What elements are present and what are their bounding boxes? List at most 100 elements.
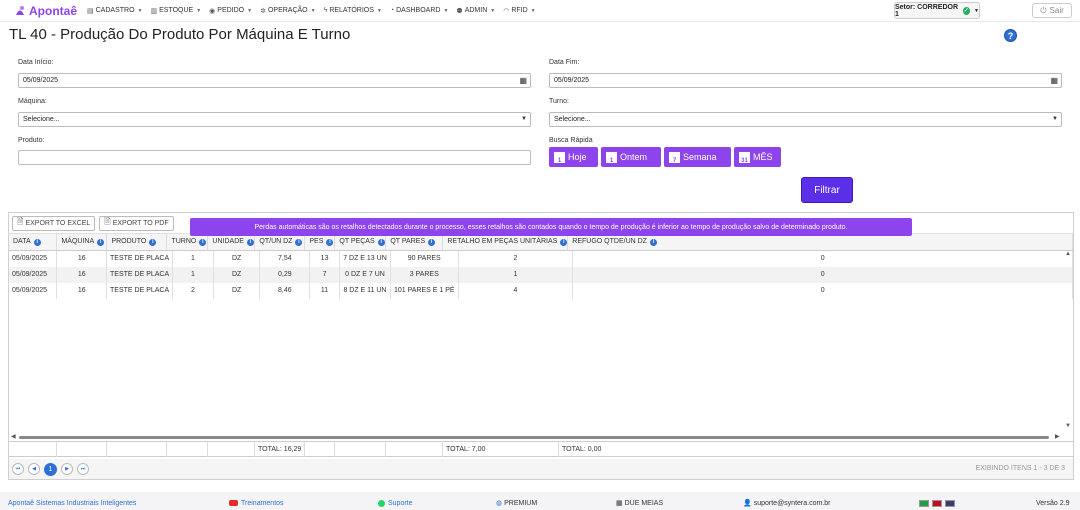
caret-down-icon: ▼	[247, 7, 253, 14]
quick-mes-button[interactable]: 31 MÊS	[734, 147, 781, 167]
total-cell-empty	[107, 441, 167, 457]
flag-brazil-icon[interactable]	[919, 499, 929, 507]
cell-retalho: 2	[458, 250, 574, 267]
quick-hoje-button[interactable]: 1 Hoje	[549, 147, 598, 167]
data-inicio-value: 05/09/2025	[23, 77, 59, 84]
data-grid: 🗎 EXPORT TO EXCEL 🗎 EXPORT TO PDF Perdas a…	[8, 212, 1074, 480]
scroll-left-icon[interactable]: ◀	[11, 433, 16, 440]
flag-usa-icon[interactable]	[945, 499, 955, 507]
calendar-icon: 7	[669, 151, 680, 164]
menu-cadastro[interactable]: ▤ CADASTRO ▼	[87, 7, 142, 15]
export-excel-button[interactable]: 🗎 EXPORT TO EXCEL	[12, 215, 96, 231]
footer-email[interactable]: 👤 suporte@syntera.com.br	[743, 499, 830, 508]
cell-qt-un-dz: 7,54	[259, 250, 311, 267]
page-footer: Apontaê Sistemas Industriais Inteligente…	[0, 496, 1080, 510]
info-icon[interactable]: i	[649, 238, 657, 246]
info-icon[interactable]: i	[33, 238, 41, 246]
youtube-icon	[229, 500, 238, 506]
col-qt-pares[interactable]: QT PARES i	[385, 234, 444, 251]
cell-turno: 1	[172, 250, 214, 267]
menu-relatorios[interactable]: ϟ RELATÓRIOS ▼	[324, 7, 382, 15]
maquina-select[interactable]: Selecione... ▼	[18, 112, 531, 127]
info-icon[interactable]: i	[246, 238, 254, 246]
menu-operacao[interactable]: ✲ OPERAÇÃO ▼	[260, 7, 316, 15]
footer-suporte[interactable]: Suporte	[378, 499, 413, 507]
cell-produto: TESTE DE PLACA	[106, 250, 174, 267]
menu-pedido[interactable]: ◉ PEDIDO ▼	[209, 7, 252, 15]
col-qt-un-dz[interactable]: QT/UN DZ i	[254, 234, 306, 251]
scroll-down-icon[interactable]: ▼	[1065, 423, 1071, 429]
produto-input[interactable]	[18, 150, 531, 165]
data-fim-input[interactable]: 05/09/2025 ▦	[549, 73, 1062, 88]
footer-treinamentos[interactable]: Treinamentos	[229, 500, 284, 507]
total-cell-empty	[305, 441, 335, 457]
cell-qt-un-dz: 8,46	[259, 282, 311, 299]
quick-mes-label: MÊS	[753, 152, 773, 162]
table-row[interactable]: 05/09/2025 16 TESTE DE PLACA 1 DZ 7,54 1…	[9, 250, 1073, 267]
calendar-icon[interactable]: ▦	[1050, 76, 1058, 85]
scroll-right-icon[interactable]: ▶	[1055, 433, 1060, 440]
logout-button[interactable]: ⏻ Sair	[1032, 3, 1072, 18]
setor-selector[interactable]: Setor: CORREDOR 1 ✓ ▼	[894, 2, 980, 19]
cell-unidade: DZ	[213, 282, 261, 299]
premium-label: PREMIUM	[504, 499, 538, 507]
total-cell-empty	[208, 441, 255, 457]
table-row[interactable]: 05/09/2025 16 TESTE DE PLACA 1 DZ 0,29 7…	[9, 266, 1073, 283]
info-icon[interactable]: i	[428, 238, 436, 246]
produto-label: Produto:	[18, 137, 45, 144]
menu-estoque[interactable]: ▥ ESTOQUE ▼	[150, 7, 201, 15]
prev-page-icon[interactable]: ◀	[28, 463, 40, 475]
info-icon[interactable]: i	[97, 238, 105, 246]
caret-down-icon: ▼	[530, 7, 536, 14]
info-icon[interactable]: i	[295, 238, 303, 246]
quick-ontem-button[interactable]: 1 Ontem	[601, 147, 661, 167]
col-produto[interactable]: PRODUTO i	[106, 234, 168, 251]
export-pdf-button[interactable]: 🗎 EXPORT TO PDF	[99, 215, 174, 231]
data-inicio-input[interactable]: 05/09/2025 ▦	[18, 73, 531, 88]
last-page-icon[interactable]: ⏭	[77, 463, 89, 475]
cogs-icon: ✲	[260, 7, 266, 15]
cell-qt-pecas: 7 DZ E 13 UN	[339, 250, 391, 267]
col-turno[interactable]: TURNO i	[166, 234, 209, 251]
turno-select[interactable]: Selecione... ▼	[549, 112, 1062, 127]
page-current[interactable]: 1	[44, 462, 57, 476]
info-icon[interactable]: i	[149, 238, 157, 246]
filtrar-button[interactable]: Filtrar	[801, 177, 853, 203]
first-page-icon[interactable]: ⏮	[12, 463, 24, 475]
info-icon[interactable]: i	[326, 238, 334, 246]
info-icon[interactable]: i	[560, 238, 568, 246]
col-maquina[interactable]: MÁQUINA i	[56, 234, 108, 251]
menu-rfid[interactable]: ◠ RFID ▼	[503, 7, 535, 15]
maquina-value: Selecione...	[23, 116, 60, 123]
flag-spain-icon[interactable]	[932, 499, 942, 507]
info-icon[interactable]: i	[199, 238, 207, 246]
footer-company[interactable]: Apontaê Sistemas Industriais Inteligente…	[8, 500, 136, 507]
col-qt-pecas[interactable]: QT PEÇAS i	[334, 234, 387, 251]
table-row[interactable]: 05/09/2025 16 TESTE DE PLACA 2 DZ 8,46 1…	[9, 282, 1073, 299]
horizontal-scrollbar[interactable]: ◀ ▶	[9, 433, 1073, 441]
globe-icon: ◍	[496, 500, 503, 507]
col-pes[interactable]: PES i	[304, 234, 336, 251]
col-retalho[interactable]: RETALHO EM PEÇAS UNITÁRIAS i	[442, 234, 569, 251]
help-icon[interactable]: ?	[1004, 29, 1017, 42]
cell-maquina: 16	[56, 282, 108, 299]
scrollbar-thumb[interactable]	[19, 436, 1049, 439]
menu-admin[interactable]: ⚉ ADMIN ▼	[456, 7, 495, 15]
app-logo[interactable]: Apontaê	[14, 4, 77, 18]
power-icon: ⏻	[1040, 5, 1047, 15]
caret-down-icon: ▼	[490, 7, 496, 14]
chart-icon: ▥	[150, 7, 158, 15]
next-page-icon[interactable]: ▶	[61, 463, 73, 475]
info-icon[interactable]: i	[377, 238, 385, 246]
calendar-icon: 31	[739, 151, 750, 164]
menu-dashboard[interactable]: ◔ DASHBOARD ▼	[390, 7, 449, 15]
quick-semana-button[interactable]: 7 Semana	[664, 147, 731, 167]
col-unidade[interactable]: UNIDADE i	[207, 234, 256, 251]
col-refugo[interactable]: REFUGO QTDE/UN DZ i	[567, 234, 1073, 251]
caret-down-icon: ▼	[974, 7, 979, 14]
col-pes-label: PES	[309, 237, 324, 245]
col-data[interactable]: DATA i	[9, 234, 58, 251]
calendar-icon[interactable]: ▦	[519, 76, 527, 85]
scroll-up-icon[interactable]: ▲	[1065, 251, 1071, 257]
treinamentos-label: Treinamentos	[241, 499, 284, 507]
